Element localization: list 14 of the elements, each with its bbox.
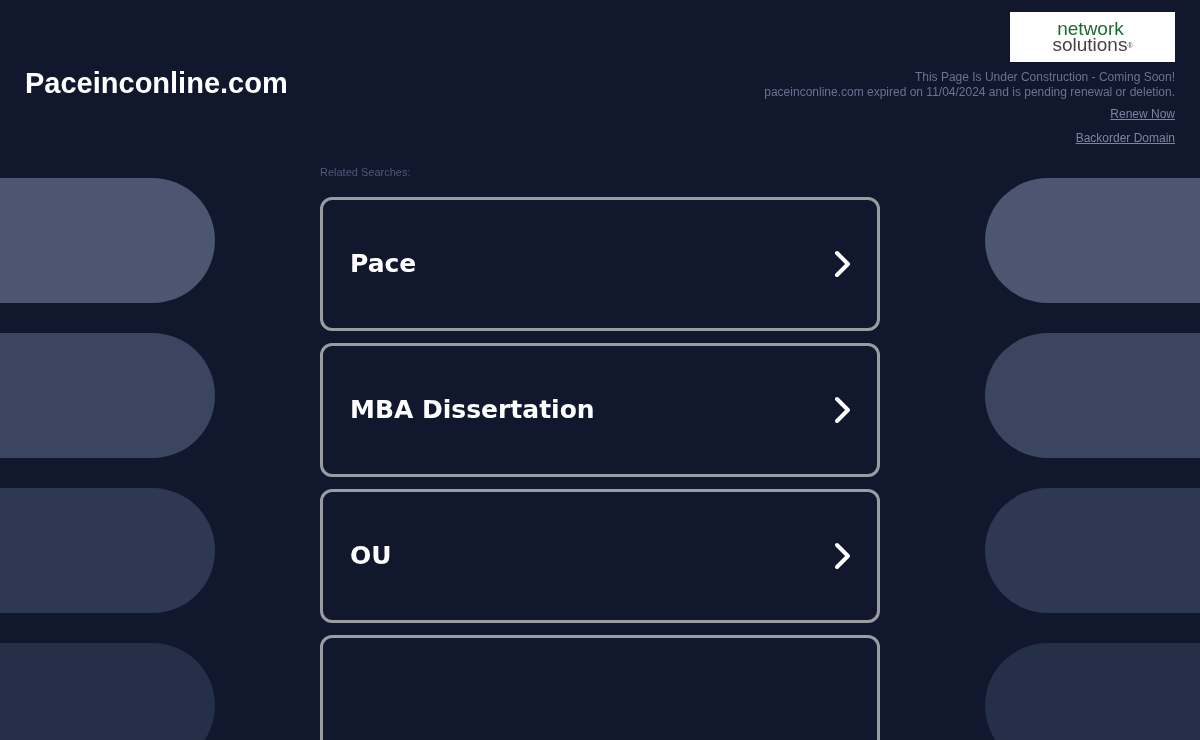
text-link[interactable]: Backorder Domain [1075, 129, 1175, 147]
search-link[interactable]: Pace [320, 196, 880, 331]
site-title: Paceinconline.com [25, 66, 288, 101]
search-link[interactable]: OU [320, 488, 880, 623]
search-link[interactable]: MBA Dissertation [320, 342, 880, 477]
notice-text: paceinconline.com expired on 11/04/2024 and is pending renewal or deletion. [764, 85, 1175, 100]
related-searches-label: Related Searches: [320, 165, 412, 180]
search-link-card[interactable] [320, 634, 880, 740]
chevron-right-icon [834, 395, 852, 424]
logo: network solutions$^{®}$ [1010, 12, 1175, 62]
chevron-right-icon [834, 541, 852, 570]
chevron-right-icon [834, 249, 852, 278]
text-link[interactable]: Renew Now [1110, 105, 1175, 123]
notice-text: This Page Is Under Construction - Coming Soon! [914, 70, 1175, 85]
